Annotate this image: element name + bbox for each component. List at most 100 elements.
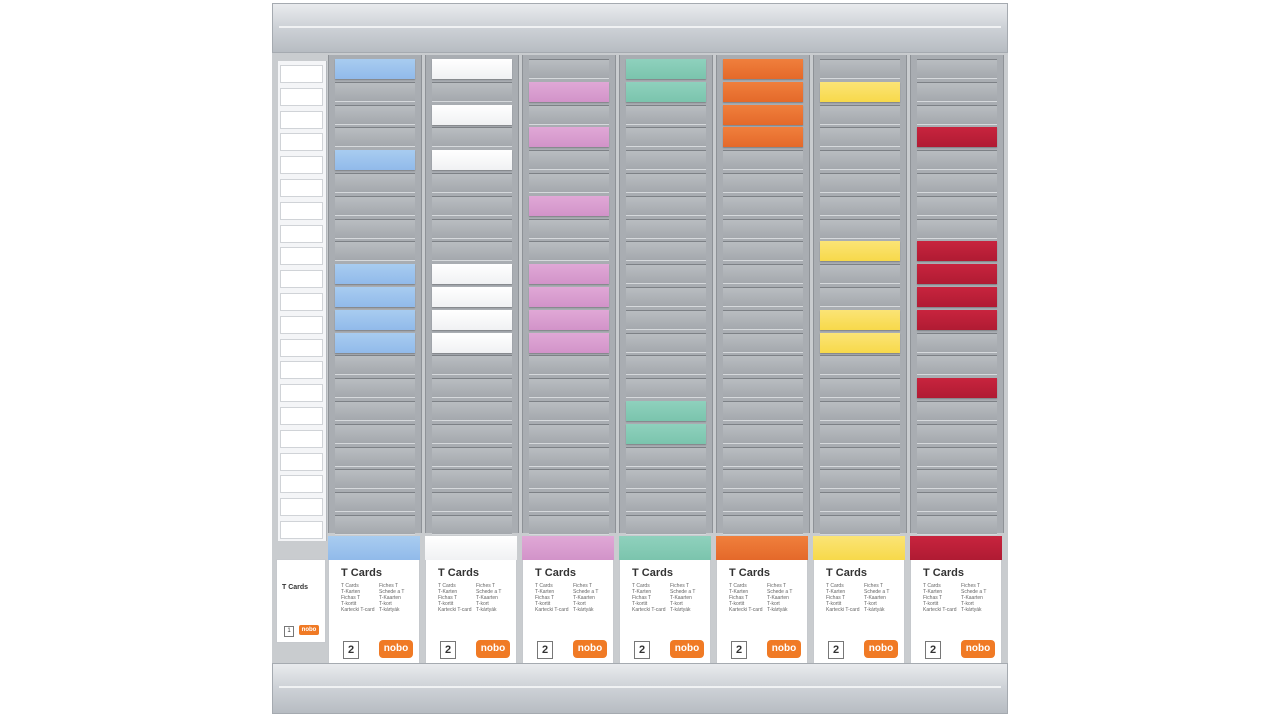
empty-slot[interactable] (820, 446, 900, 467)
t-card-blue[interactable] (335, 309, 415, 330)
t-card-red[interactable] (917, 264, 997, 285)
empty-slot[interactable] (626, 173, 706, 193)
t-card-red[interactable] (917, 287, 997, 307)
empty-slot[interactable] (626, 104, 706, 125)
empty-slot[interactable] (820, 378, 900, 399)
empty-slot[interactable] (723, 218, 803, 239)
t-card-yellow[interactable] (820, 332, 900, 353)
empty-slot[interactable] (626, 195, 706, 216)
t-card-green[interactable] (626, 401, 706, 421)
empty-slot[interactable] (723, 195, 803, 216)
empty-slot[interactable] (820, 469, 900, 490)
empty-slot[interactable] (723, 264, 803, 285)
empty-slot[interactable] (335, 104, 415, 125)
t-card-white[interactable] (432, 309, 512, 330)
empty-slot[interactable] (723, 378, 803, 399)
label-tab[interactable] (280, 475, 323, 494)
empty-slot[interactable] (820, 492, 900, 513)
empty-slot[interactable] (917, 423, 997, 444)
empty-slot[interactable] (432, 401, 512, 421)
t-card-red[interactable] (917, 378, 997, 399)
t-card-white[interactable] (432, 264, 512, 285)
empty-slot[interactable] (335, 378, 415, 399)
label-tab[interactable] (280, 338, 323, 357)
label-tab[interactable] (280, 270, 323, 289)
t-card-blue[interactable] (335, 287, 415, 307)
empty-slot[interactable] (723, 241, 803, 262)
empty-slot[interactable] (335, 173, 415, 193)
empty-slot[interactable] (626, 150, 706, 171)
empty-slot[interactable] (820, 515, 900, 535)
t-card-green[interactable] (626, 81, 706, 102)
empty-slot[interactable] (917, 150, 997, 171)
empty-slot[interactable] (432, 81, 512, 102)
t-card-yellow[interactable] (820, 81, 900, 102)
empty-slot[interactable] (917, 446, 997, 467)
t-card-orange[interactable] (723, 81, 803, 102)
empty-slot[interactable] (820, 287, 900, 307)
label-tab[interactable] (280, 65, 323, 83)
label-tab[interactable] (280, 452, 323, 471)
label-tab[interactable] (280, 361, 323, 380)
t-card-pink[interactable] (529, 332, 609, 353)
empty-slot[interactable] (626, 218, 706, 239)
empty-slot[interactable] (820, 423, 900, 444)
t-card-yellow[interactable] (820, 309, 900, 330)
label-tab[interactable] (280, 429, 323, 448)
t-card-pink[interactable] (529, 195, 609, 216)
empty-slot[interactable] (917, 104, 997, 125)
empty-slot[interactable] (529, 515, 609, 535)
empty-slot[interactable] (917, 401, 997, 421)
empty-slot[interactable] (626, 264, 706, 285)
empty-slot[interactable] (432, 492, 512, 513)
t-card-blue[interactable] (335, 59, 415, 79)
empty-slot[interactable] (820, 127, 900, 148)
empty-slot[interactable] (529, 492, 609, 513)
t-card-blue[interactable] (335, 264, 415, 285)
empty-slot[interactable] (626, 378, 706, 399)
empty-slot[interactable] (626, 515, 706, 535)
t-card-pink[interactable] (529, 287, 609, 307)
empty-slot[interactable] (529, 104, 609, 125)
empty-slot[interactable] (917, 195, 997, 216)
label-tab[interactable] (280, 315, 323, 334)
empty-slot[interactable] (626, 241, 706, 262)
empty-slot[interactable] (432, 469, 512, 490)
empty-slot[interactable] (432, 173, 512, 193)
label-tab[interactable] (280, 179, 323, 197)
t-card-white[interactable] (432, 332, 512, 353)
empty-slot[interactable] (335, 515, 415, 535)
label-tab[interactable] (280, 224, 323, 243)
empty-slot[interactable] (820, 195, 900, 216)
empty-slot[interactable] (723, 492, 803, 513)
empty-slot[interactable] (529, 401, 609, 421)
empty-slot[interactable] (820, 218, 900, 239)
empty-slot[interactable] (723, 150, 803, 171)
label-tab[interactable] (280, 110, 323, 129)
empty-slot[interactable] (335, 355, 415, 376)
empty-slot[interactable] (432, 515, 512, 535)
empty-slot[interactable] (723, 515, 803, 535)
empty-slot[interactable] (723, 173, 803, 193)
label-tab[interactable] (280, 498, 323, 517)
t-card-green[interactable] (626, 59, 706, 79)
empty-slot[interactable] (723, 287, 803, 307)
t-card-white[interactable] (432, 104, 512, 125)
empty-slot[interactable] (917, 59, 997, 79)
empty-slot[interactable] (917, 469, 997, 490)
empty-slot[interactable] (335, 81, 415, 102)
empty-slot[interactable] (432, 355, 512, 376)
empty-slot[interactable] (529, 378, 609, 399)
t-card-pink[interactable] (529, 127, 609, 148)
t-card-red[interactable] (917, 127, 997, 148)
t-card-pink[interactable] (529, 309, 609, 330)
empty-slot[interactable] (917, 515, 997, 535)
empty-slot[interactable] (917, 355, 997, 376)
t-card-white[interactable] (432, 287, 512, 307)
empty-slot[interactable] (723, 355, 803, 376)
empty-slot[interactable] (432, 127, 512, 148)
label-tab[interactable] (280, 521, 323, 539)
empty-slot[interactable] (723, 332, 803, 353)
t-card-pink[interactable] (529, 264, 609, 285)
empty-slot[interactable] (432, 218, 512, 239)
